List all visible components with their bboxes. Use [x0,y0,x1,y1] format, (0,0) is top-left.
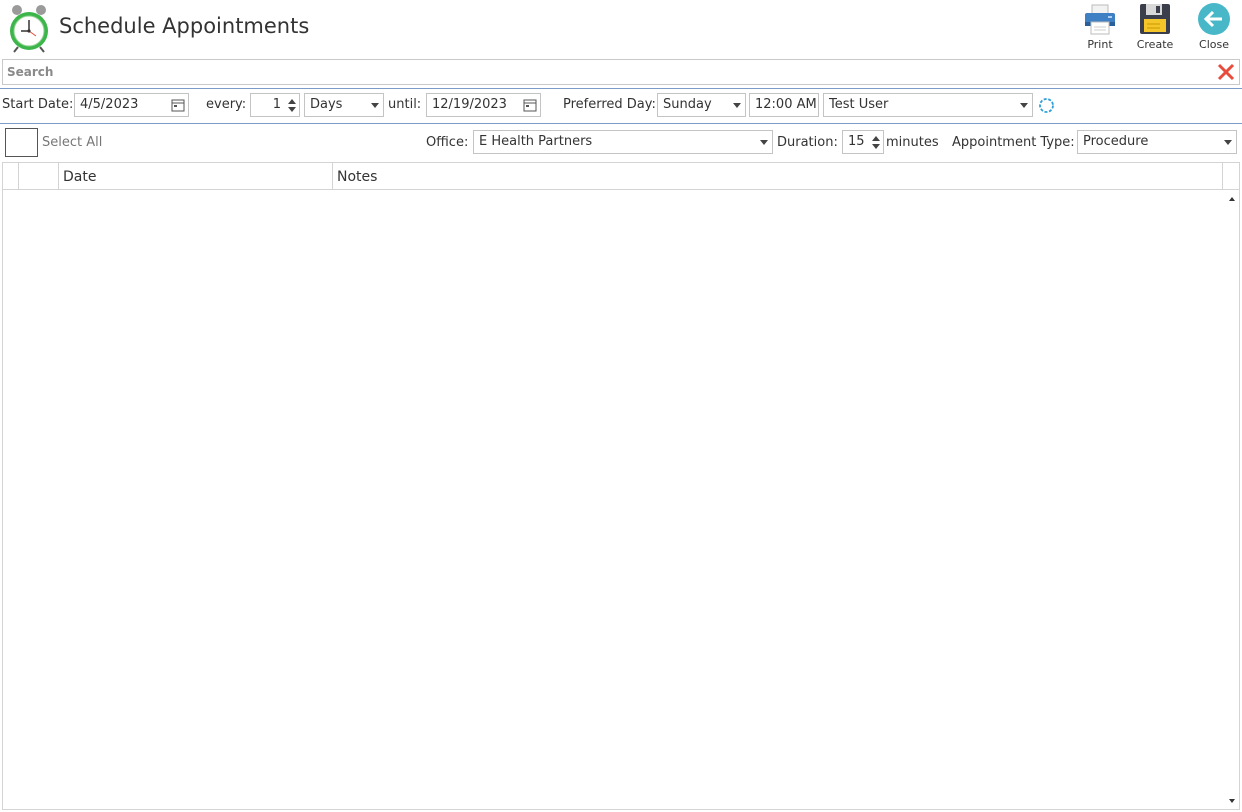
refresh-icon[interactable] [1038,97,1055,114]
scroll-down-icon[interactable] [1229,799,1235,803]
every-stepper[interactable]: 1 [250,93,300,117]
close-button[interactable]: Close [1191,0,1237,56]
divider [0,88,1242,89]
office-label: Office: [426,135,469,150]
divider [0,123,1242,124]
vertical-scrollbar[interactable] [1223,191,1239,809]
save-disk-icon [1140,4,1170,34]
alarm-clock-icon [8,3,50,53]
duration-value: 15 [848,134,865,149]
until-label: until: [388,97,422,112]
office-value: E Health Partners [479,134,593,149]
duration-stepper[interactable]: 15 [842,130,884,154]
duration-unit-label: minutes [886,135,939,150]
spinner-arrows-icon[interactable] [287,95,297,115]
clear-search-icon[interactable] [1216,62,1236,82]
select-all-label: Select All [42,135,103,150]
duration-label: Duration: [777,135,838,150]
chevron-down-icon [1224,140,1232,145]
time-value: 12:00 AM [755,97,817,112]
until-date-value: 12/19/2023 [432,97,507,112]
print-label: Print [1087,38,1113,51]
time-field[interactable]: 12:00 AM [749,93,819,117]
office-select[interactable]: E Health Partners [473,130,773,154]
appointment-type-label: Appointment Type: [952,135,1075,150]
search-input[interactable] [3,60,1203,84]
appointment-type-select[interactable]: Procedure [1077,130,1237,154]
preferred-day-select[interactable]: Sunday [657,93,746,117]
start-date-value: 4/5/2023 [80,97,139,112]
chevron-down-icon [1020,103,1028,108]
chevron-down-icon [760,140,768,145]
start-date-label: Start Date: [2,97,74,112]
chevron-down-icon [371,103,379,108]
interval-unit-select[interactable]: Days [304,93,384,117]
grid-body [3,191,1223,809]
every-value: 1 [272,97,281,112]
preferred-day-value: Sunday [663,97,712,112]
until-date-picker[interactable]: 12/19/2023 [426,93,541,117]
column-header-indicator[interactable] [3,163,19,189]
create-button[interactable]: Create [1132,0,1178,56]
preferred-day-label: Preferred Day: [563,97,656,112]
column-header-notes[interactable]: Notes [333,163,1223,189]
appointments-grid: Date Notes [2,162,1240,810]
scroll-up-icon[interactable] [1229,197,1235,201]
create-label: Create [1136,38,1174,51]
spinner-arrows-icon[interactable] [871,132,881,152]
calendar-icon[interactable] [523,98,537,112]
every-label: every: [206,97,247,112]
column-header-select[interactable] [19,163,59,189]
grid-header: Date Notes [3,163,1239,190]
start-date-picker[interactable]: 4/5/2023 [74,93,189,117]
calendar-icon[interactable] [171,98,185,112]
search-bar [2,59,1240,85]
user-select[interactable]: Test User [823,93,1033,117]
column-header-date[interactable]: Date [59,163,333,189]
print-button[interactable]: Print [1077,0,1123,56]
window-title: Schedule Appointments [59,14,310,38]
chevron-down-icon [733,103,741,108]
printer-icon [1085,4,1115,35]
back-arrow-icon [1198,3,1230,35]
user-value: Test User [829,97,889,112]
select-all-checkbox[interactable] [5,128,38,157]
appointment-type-value: Procedure [1083,134,1149,149]
close-label: Close [1199,38,1229,51]
interval-unit-value: Days [310,97,343,112]
